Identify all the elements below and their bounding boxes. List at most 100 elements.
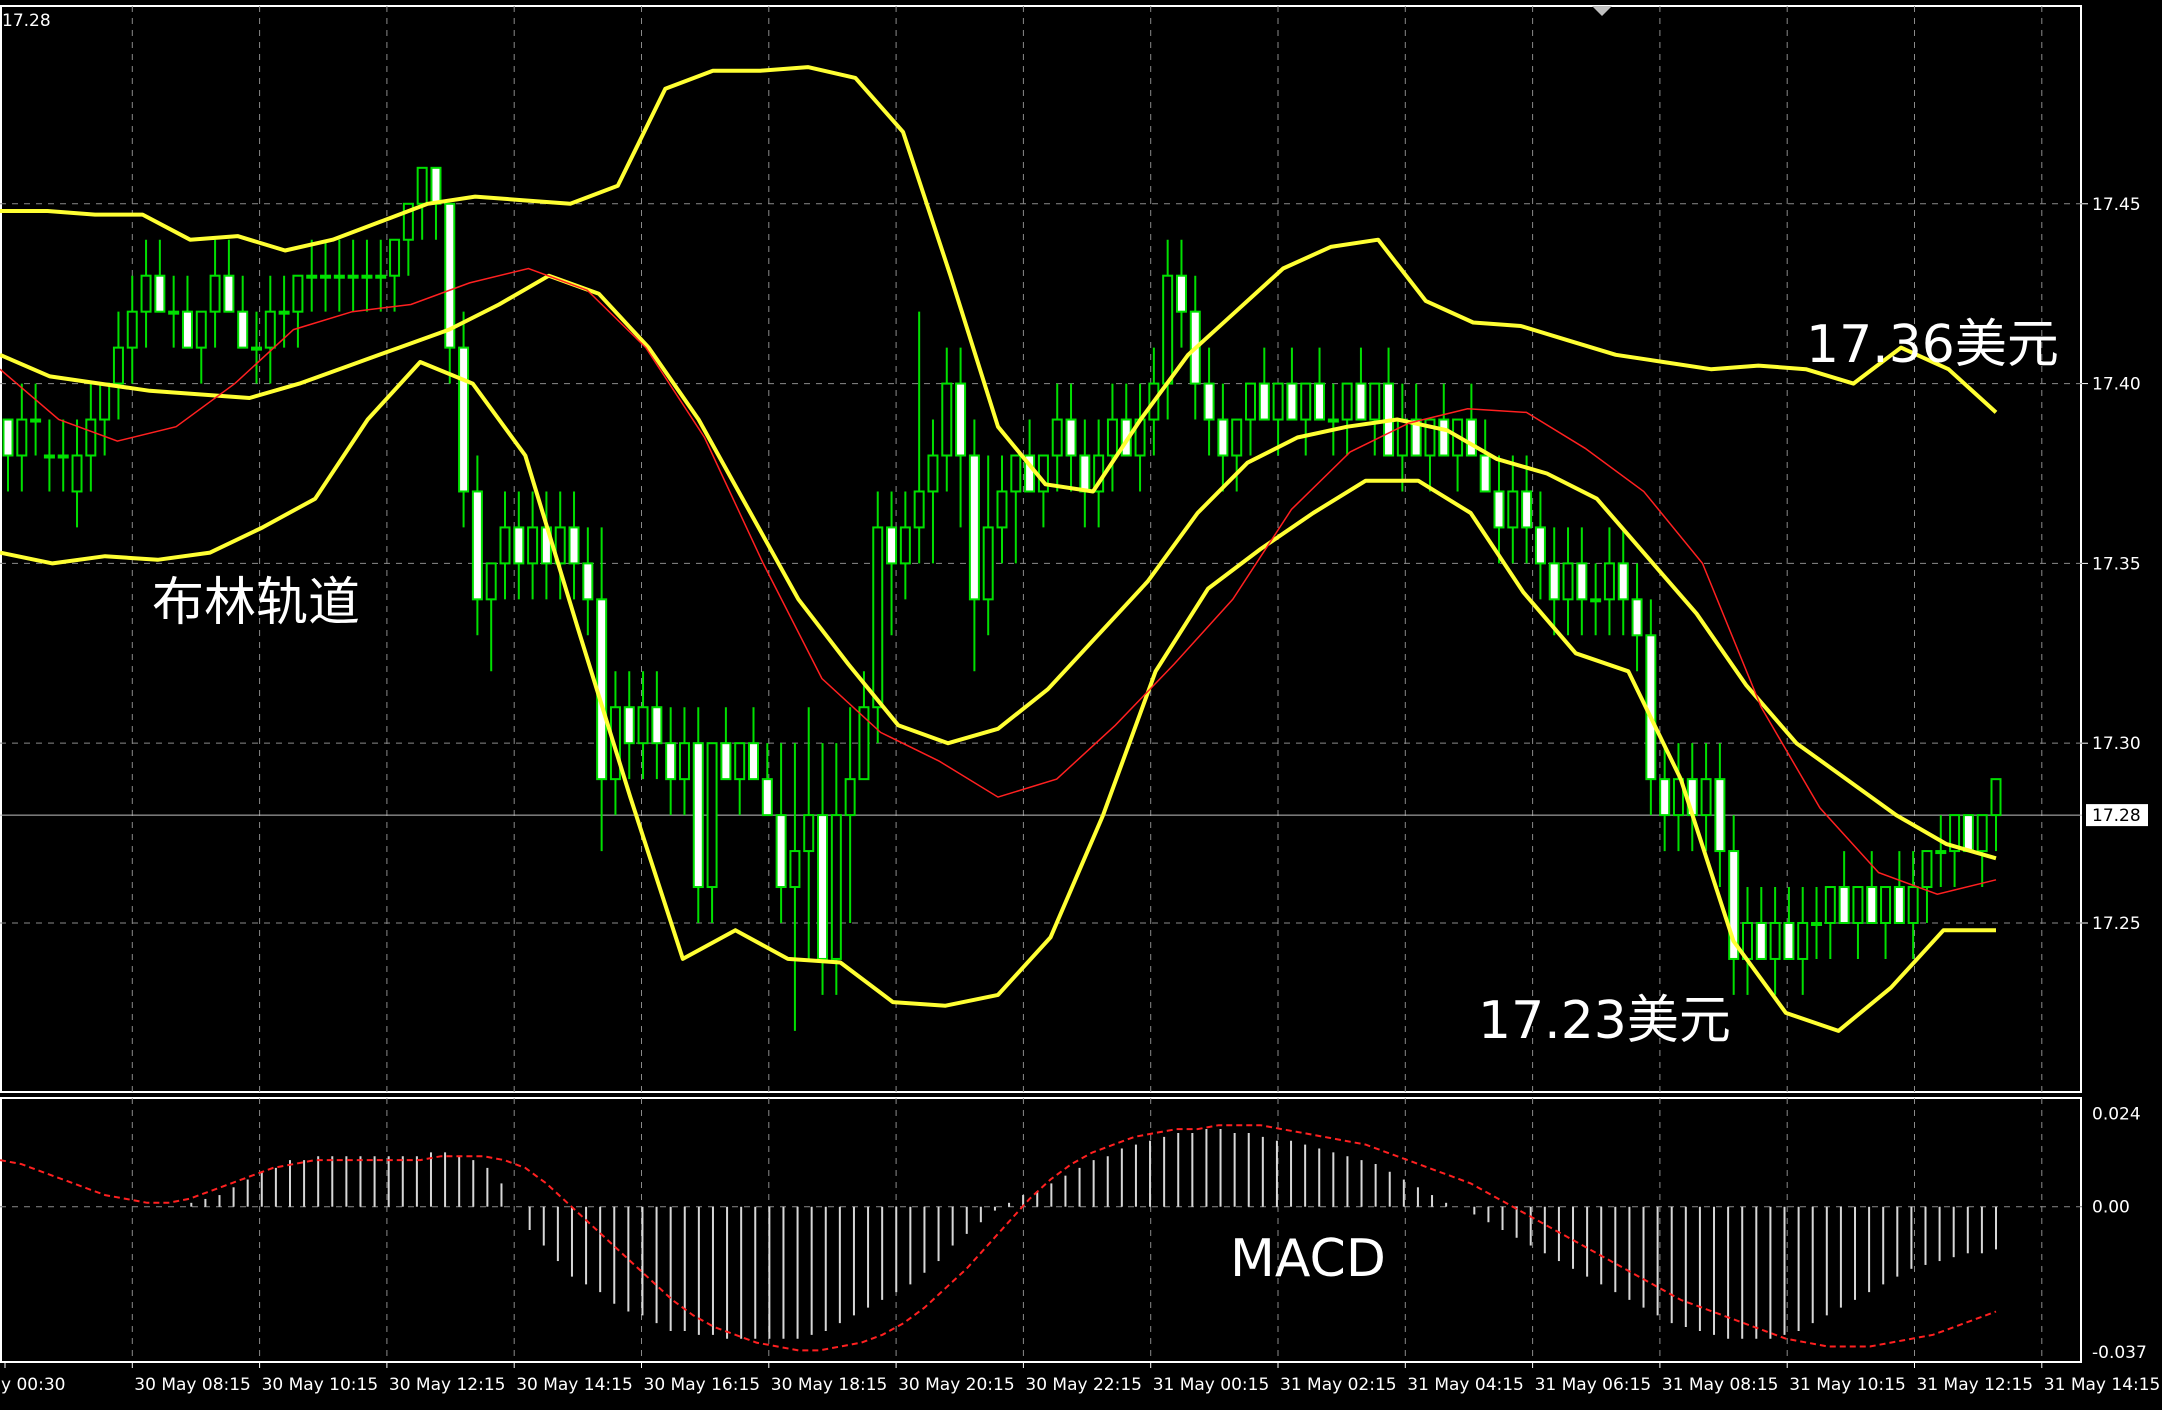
- bollinger-middle-line: [0, 273, 1997, 861]
- candle: [527, 491, 539, 600]
- candle: [499, 491, 511, 600]
- macd-signal-line: [0, 1124, 1997, 1352]
- candle: [1714, 743, 1726, 888]
- candle: [1106, 383, 1118, 492]
- candle: [637, 671, 649, 780]
- candle-body-bear: [886, 526, 898, 565]
- candle-body-bear: [1355, 382, 1367, 421]
- candle: [278, 275, 290, 348]
- candle: [320, 239, 332, 312]
- top-left-price-label: 17.28: [2, 11, 51, 31]
- candle: [1162, 239, 1174, 420]
- candle-body-bull: [347, 274, 359, 279]
- candle-body-bull: [1824, 886, 1836, 924]
- macd-tick-label: 0.00: [2092, 1198, 2130, 1218]
- candle: [402, 202, 414, 276]
- candle: [1935, 815, 1947, 888]
- macd-tick-label: -0.037: [2092, 1343, 2147, 1363]
- candle: [1203, 347, 1215, 456]
- candle: [126, 275, 138, 384]
- candle: [195, 310, 207, 384]
- candle-body-bear: [1521, 490, 1533, 529]
- candle: [1700, 743, 1712, 852]
- candle-body-bear: [1175, 274, 1187, 313]
- candle: [71, 419, 83, 528]
- candle: [1755, 887, 1767, 960]
- candle-body-bull: [637, 706, 649, 745]
- candle-body-bull: [844, 778, 856, 817]
- candle: [1742, 887, 1753, 995]
- candle-body-bear: [2, 418, 14, 457]
- candle: [1783, 887, 1795, 960]
- candle-body-bull: [320, 274, 332, 279]
- macd-annotation: MACD: [1230, 1229, 1386, 1289]
- candle: [361, 239, 373, 312]
- candle: [209, 239, 221, 348]
- candle-body-bull: [1507, 490, 1519, 529]
- candle-body-bear: [1755, 921, 1767, 960]
- candle-body-bull: [43, 454, 55, 459]
- candle: [1217, 383, 1229, 492]
- candle: [1534, 491, 1546, 600]
- candle: [1659, 743, 1671, 852]
- macd-panel-border: [0, 1097, 2082, 1363]
- candle-body-bear: [1493, 490, 1505, 529]
- candle: [1548, 527, 1560, 636]
- candle-body-bull: [30, 418, 42, 423]
- candle: [43, 419, 55, 492]
- candle-body-bull: [499, 526, 511, 565]
- candle: [540, 491, 552, 600]
- candle-body-bear: [623, 706, 635, 745]
- candle-body-bull: [333, 274, 345, 279]
- candle-body-bear: [720, 742, 732, 781]
- candle-body-bull: [71, 454, 83, 493]
- candle-body-bull: [1797, 921, 1809, 960]
- candle: [1341, 382, 1353, 456]
- candle-body-bear: [1534, 526, 1546, 565]
- candle: [941, 347, 953, 492]
- candle-body-bull: [706, 742, 718, 889]
- candle-body-bear: [568, 526, 580, 565]
- candle: [1603, 527, 1615, 636]
- candle: [1962, 814, 1974, 853]
- candle: [513, 491, 525, 600]
- candle: [471, 455, 483, 636]
- candle: [1852, 886, 1864, 959]
- candle: [568, 491, 580, 600]
- candle-body-bear: [1783, 921, 1795, 960]
- candle: [389, 238, 401, 312]
- candle: [306, 239, 318, 312]
- candle: [1728, 815, 1740, 995]
- candle-body-bear: [458, 346, 470, 493]
- candle-body-bear: [775, 814, 787, 889]
- candle: [154, 239, 166, 313]
- time-tick-label: 30 May 14:15: [516, 1375, 633, 1395]
- candle: [968, 419, 980, 672]
- time-tick-label: 30 May 18:15: [771, 1375, 888, 1395]
- candle: [1300, 382, 1312, 456]
- candle-body-bear: [1479, 454, 1491, 493]
- candle-body-bear: [471, 490, 483, 601]
- candle-body-bull: [1852, 886, 1864, 924]
- price-chart: 17.45 17.40 17.35 17.30 17.25 17.28 0.024 0.00 -…: [0, 5, 2160, 1395]
- candle-body-bear: [154, 274, 166, 313]
- shift-marker-icon: [1592, 6, 1612, 16]
- candle-body-bear: [955, 382, 967, 457]
- candle-body-bull: [168, 310, 180, 315]
- candle: [1355, 347, 1367, 421]
- candle: [692, 707, 704, 923]
- candle-body-bull: [1010, 454, 1022, 493]
- candle-body-bull: [209, 274, 221, 313]
- candle-body-bear: [430, 166, 442, 205]
- candle-body-bull: [1272, 382, 1284, 421]
- candle-body-bull: [1811, 921, 1823, 926]
- candle: [678, 707, 690, 816]
- candle: [1880, 886, 1892, 959]
- candle-body-bear: [1714, 778, 1726, 853]
- candle: [1562, 527, 1574, 636]
- candle: [748, 707, 759, 781]
- price-tick-label: 17.40: [2092, 375, 2141, 395]
- candle-body-bear: [1838, 886, 1850, 924]
- candle-body-bear: [1548, 562, 1560, 601]
- candle: [112, 311, 124, 420]
